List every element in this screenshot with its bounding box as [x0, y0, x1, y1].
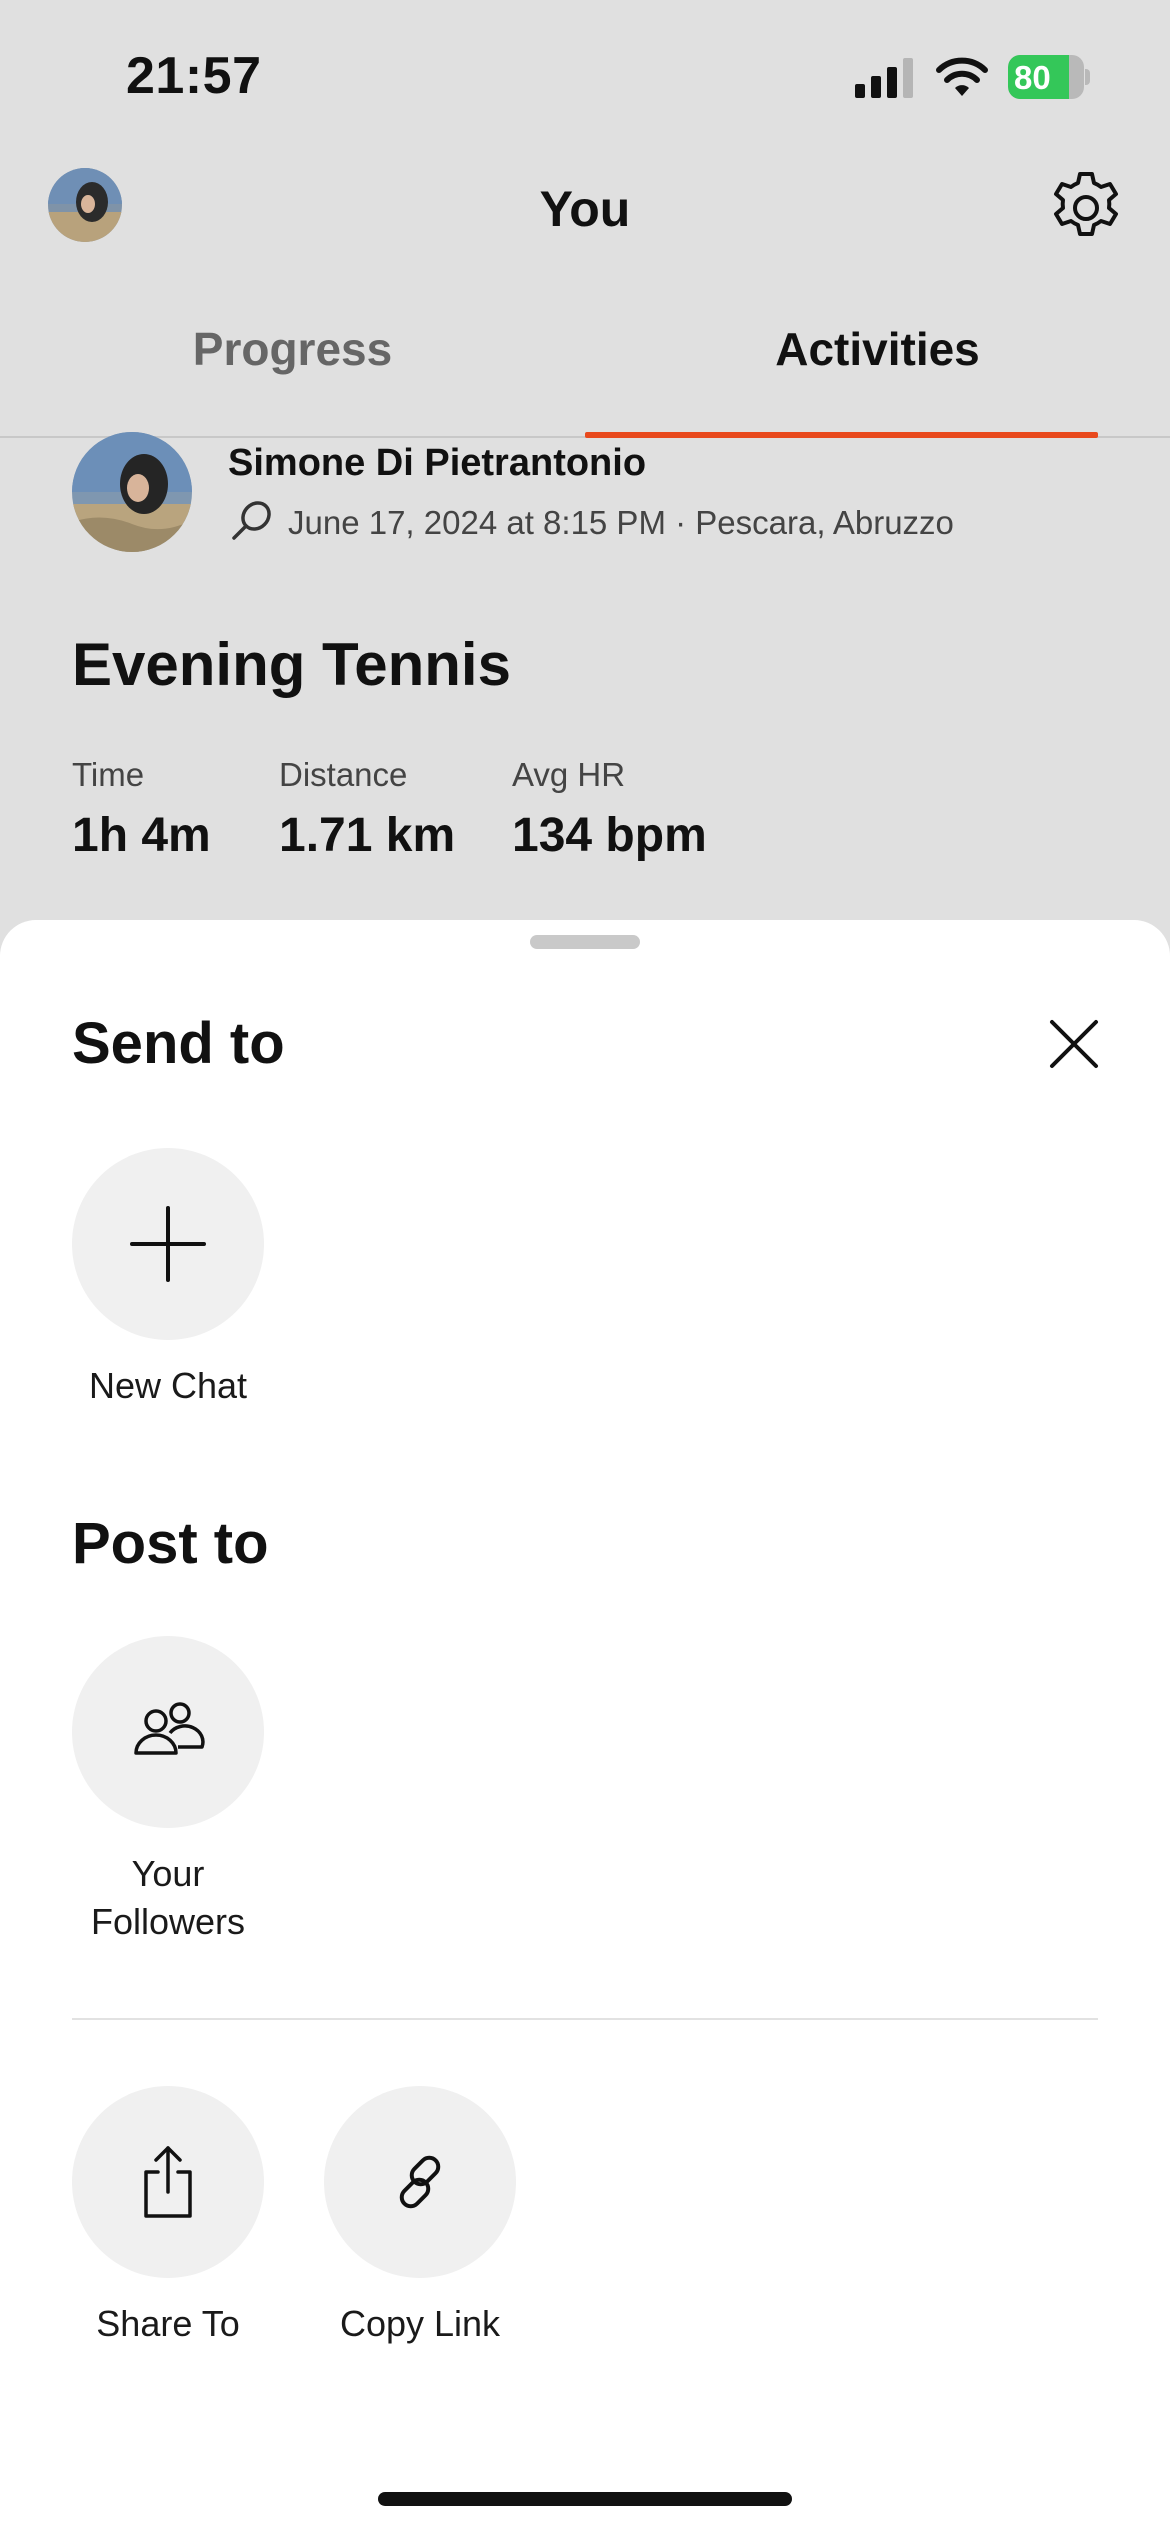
- share-icon: [144, 2146, 192, 2218]
- tab-activities[interactable]: Activities: [585, 322, 1170, 376]
- people-icon: [134, 1702, 205, 1755]
- stat-distance-label: Distance: [279, 756, 408, 793]
- athlete-name[interactable]: Simone Di Pietrantonio: [228, 442, 646, 485]
- tab-active-indicator: [585, 432, 1098, 438]
- send-to-title: Send to: [72, 1011, 285, 1076]
- stat-time-label: Time: [72, 756, 145, 793]
- new-chat-button[interactable]: [72, 1148, 264, 1340]
- sheet-divider: [72, 2018, 1098, 2020]
- signal-icon: [855, 58, 913, 98]
- your-followers-label-line1: Your: [131, 1853, 205, 1894]
- tennis-racket-icon: [232, 501, 271, 540]
- stat-distance-value: 1.71 km: [279, 809, 456, 862]
- post-to-title: Post to: [72, 1511, 269, 1576]
- activity-title[interactable]: Evening Tennis: [72, 630, 511, 699]
- link-icon: [399, 2155, 441, 2209]
- close-icon[interactable]: [1040, 1010, 1108, 1078]
- athlete-avatar[interactable]: [72, 432, 192, 552]
- your-followers-label: Your Followers: [38, 1850, 298, 1946]
- your-followers-button[interactable]: [72, 1636, 264, 1828]
- share-to-label: Share To: [96, 2303, 240, 2344]
- page-title: You: [539, 181, 631, 237]
- activity-meta: June 17, 2024 at 8:15 PM · Pescara, Abru…: [288, 504, 954, 541]
- tab-progress[interactable]: Progress: [0, 322, 585, 376]
- gear-icon[interactable]: [1046, 168, 1126, 248]
- status-time: 21:57: [126, 47, 262, 105]
- copy-link-label: Copy Link: [339, 2303, 501, 2344]
- new-chat-label: New Chat: [88, 1365, 248, 1406]
- sheet-grabber[interactable]: [530, 935, 640, 949]
- battery-icon: 80: [1008, 55, 1090, 99]
- wifi-icon: [936, 57, 988, 96]
- stat-avg-hr-label: Avg HR: [512, 756, 626, 793]
- battery-percent: 80: [1014, 59, 1051, 96]
- copy-link-button[interactable]: [324, 2086, 516, 2278]
- share-to-button[interactable]: [72, 2086, 264, 2278]
- plus-icon: [130, 1206, 206, 1282]
- stat-avg-hr-value: 134 bpm: [512, 809, 707, 862]
- your-followers-label-line2: Followers: [90, 1901, 246, 1942]
- stat-time-value: 1h 4m: [72, 809, 211, 862]
- home-indicator[interactable]: [378, 2492, 792, 2506]
